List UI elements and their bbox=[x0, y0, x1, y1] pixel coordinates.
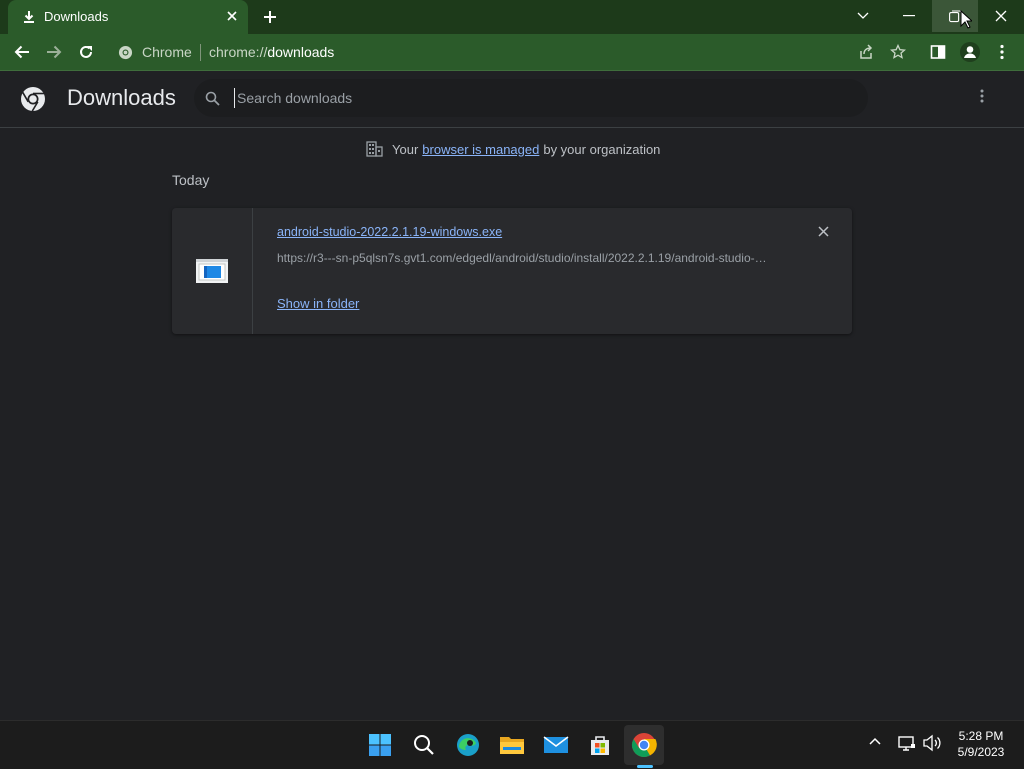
managed-prefix: Your bbox=[392, 141, 419, 157]
url-scheme: chrome:// bbox=[209, 44, 268, 60]
tab-close-icon[interactable] bbox=[226, 10, 238, 22]
page-title: Downloads bbox=[67, 85, 176, 110]
side-panel-button[interactable] bbox=[926, 40, 950, 64]
windows-taskbar: 5:28 PM 5/9/2023 bbox=[0, 720, 1024, 769]
star-icon bbox=[890, 44, 906, 59]
close-window-button[interactable] bbox=[978, 0, 1024, 32]
profile-icon bbox=[960, 42, 980, 62]
taskbar-chrome[interactable] bbox=[624, 725, 664, 765]
taskbar-file-explorer[interactable] bbox=[492, 725, 532, 765]
minimize-button[interactable] bbox=[886, 0, 932, 32]
search-input[interactable] bbox=[234, 88, 837, 108]
share-icon bbox=[860, 44, 873, 59]
search-icon bbox=[414, 735, 434, 755]
tab-search-button[interactable] bbox=[840, 0, 886, 32]
chevron-down-icon bbox=[857, 12, 869, 19]
back-button[interactable] bbox=[10, 40, 34, 64]
tab-downloads[interactable]: Downloads bbox=[8, 0, 248, 34]
more-vertical-icon bbox=[980, 89, 984, 103]
network-button[interactable] bbox=[898, 734, 916, 752]
forward-button[interactable] bbox=[42, 40, 66, 64]
close-icon bbox=[818, 226, 829, 237]
more-vertical-icon bbox=[1000, 44, 1004, 60]
close-icon bbox=[995, 10, 1007, 22]
search-icon bbox=[205, 91, 220, 106]
search-box[interactable] bbox=[194, 79, 868, 117]
store-icon bbox=[591, 736, 609, 755]
reload-icon bbox=[80, 45, 92, 58]
back-arrow-icon bbox=[14, 45, 29, 59]
title-bar: Downloads bbox=[0, 0, 1024, 34]
profile-button[interactable] bbox=[958, 40, 982, 64]
file-explorer-icon bbox=[500, 737, 524, 754]
chrome-site-icon bbox=[118, 45, 133, 60]
network-icon bbox=[898, 736, 915, 751]
managed-suffix: by your organization bbox=[543, 141, 661, 157]
taskbar-mail[interactable] bbox=[536, 725, 576, 765]
date-section-header: Today bbox=[172, 172, 210, 188]
start-icon bbox=[369, 734, 391, 756]
downloads-header: Downloads bbox=[0, 71, 1024, 128]
taskbar-edge[interactable] bbox=[448, 725, 488, 765]
volume-button[interactable] bbox=[922, 734, 942, 752]
managed-notice: Your browser is managed by your organiza… bbox=[366, 140, 660, 158]
building-icon bbox=[366, 141, 383, 157]
url-text[interactable]: chrome://downloads bbox=[209, 44, 334, 60]
omnibox-divider bbox=[200, 44, 201, 61]
reload-button[interactable] bbox=[74, 40, 98, 64]
url-host: downloads bbox=[267, 44, 335, 60]
mouse-cursor-icon bbox=[960, 10, 972, 29]
taskbar-search-button[interactable] bbox=[404, 725, 444, 765]
clock-time[interactable]: 5:28 PM bbox=[948, 729, 1014, 743]
start-button[interactable] bbox=[360, 725, 400, 765]
bookmark-button[interactable] bbox=[886, 40, 910, 64]
forward-arrow-icon bbox=[47, 45, 62, 59]
chrome-menu-button[interactable] bbox=[990, 40, 1014, 64]
downloads-menu-button[interactable] bbox=[980, 89, 984, 103]
show-in-folder-link[interactable]: Show in folder bbox=[277, 296, 359, 311]
browser-toolbar: Chrome chrome://downloads bbox=[0, 34, 1024, 71]
download-item: android-studio-2022.2.1.19-windows.exe h… bbox=[172, 208, 852, 334]
address-bar[interactable]: Chrome chrome://downloads bbox=[108, 37, 848, 67]
share-button[interactable] bbox=[854, 40, 878, 64]
managed-link[interactable]: browser is managed bbox=[422, 142, 539, 157]
site-chip-label: Chrome bbox=[142, 44, 192, 60]
chrome-logo-icon bbox=[20, 86, 46, 112]
download-icon bbox=[22, 10, 36, 24]
download-file-link[interactable]: android-studio-2022.2.1.19-windows.exe bbox=[277, 225, 502, 239]
download-source-url: https://r3---sn-p5qlsn7s.gvt1.com/edgedl… bbox=[277, 251, 771, 265]
exe-file-icon bbox=[196, 259, 228, 283]
file-icon-column bbox=[172, 208, 253, 334]
volume-icon bbox=[923, 734, 941, 752]
remove-download-button[interactable] bbox=[818, 226, 829, 237]
tab-title: Downloads bbox=[44, 9, 109, 24]
new-tab-button[interactable] bbox=[262, 9, 278, 25]
mail-icon bbox=[543, 736, 569, 753]
edge-icon bbox=[457, 734, 479, 756]
taskbar-store[interactable] bbox=[580, 725, 620, 765]
chrome-icon bbox=[631, 733, 657, 758]
chevron-up-icon bbox=[869, 737, 881, 745]
minimize-icon bbox=[903, 15, 915, 17]
side-panel-icon bbox=[930, 45, 946, 59]
clock-date[interactable]: 5/9/2023 bbox=[948, 745, 1014, 759]
show-hidden-icons-button[interactable] bbox=[868, 734, 882, 748]
